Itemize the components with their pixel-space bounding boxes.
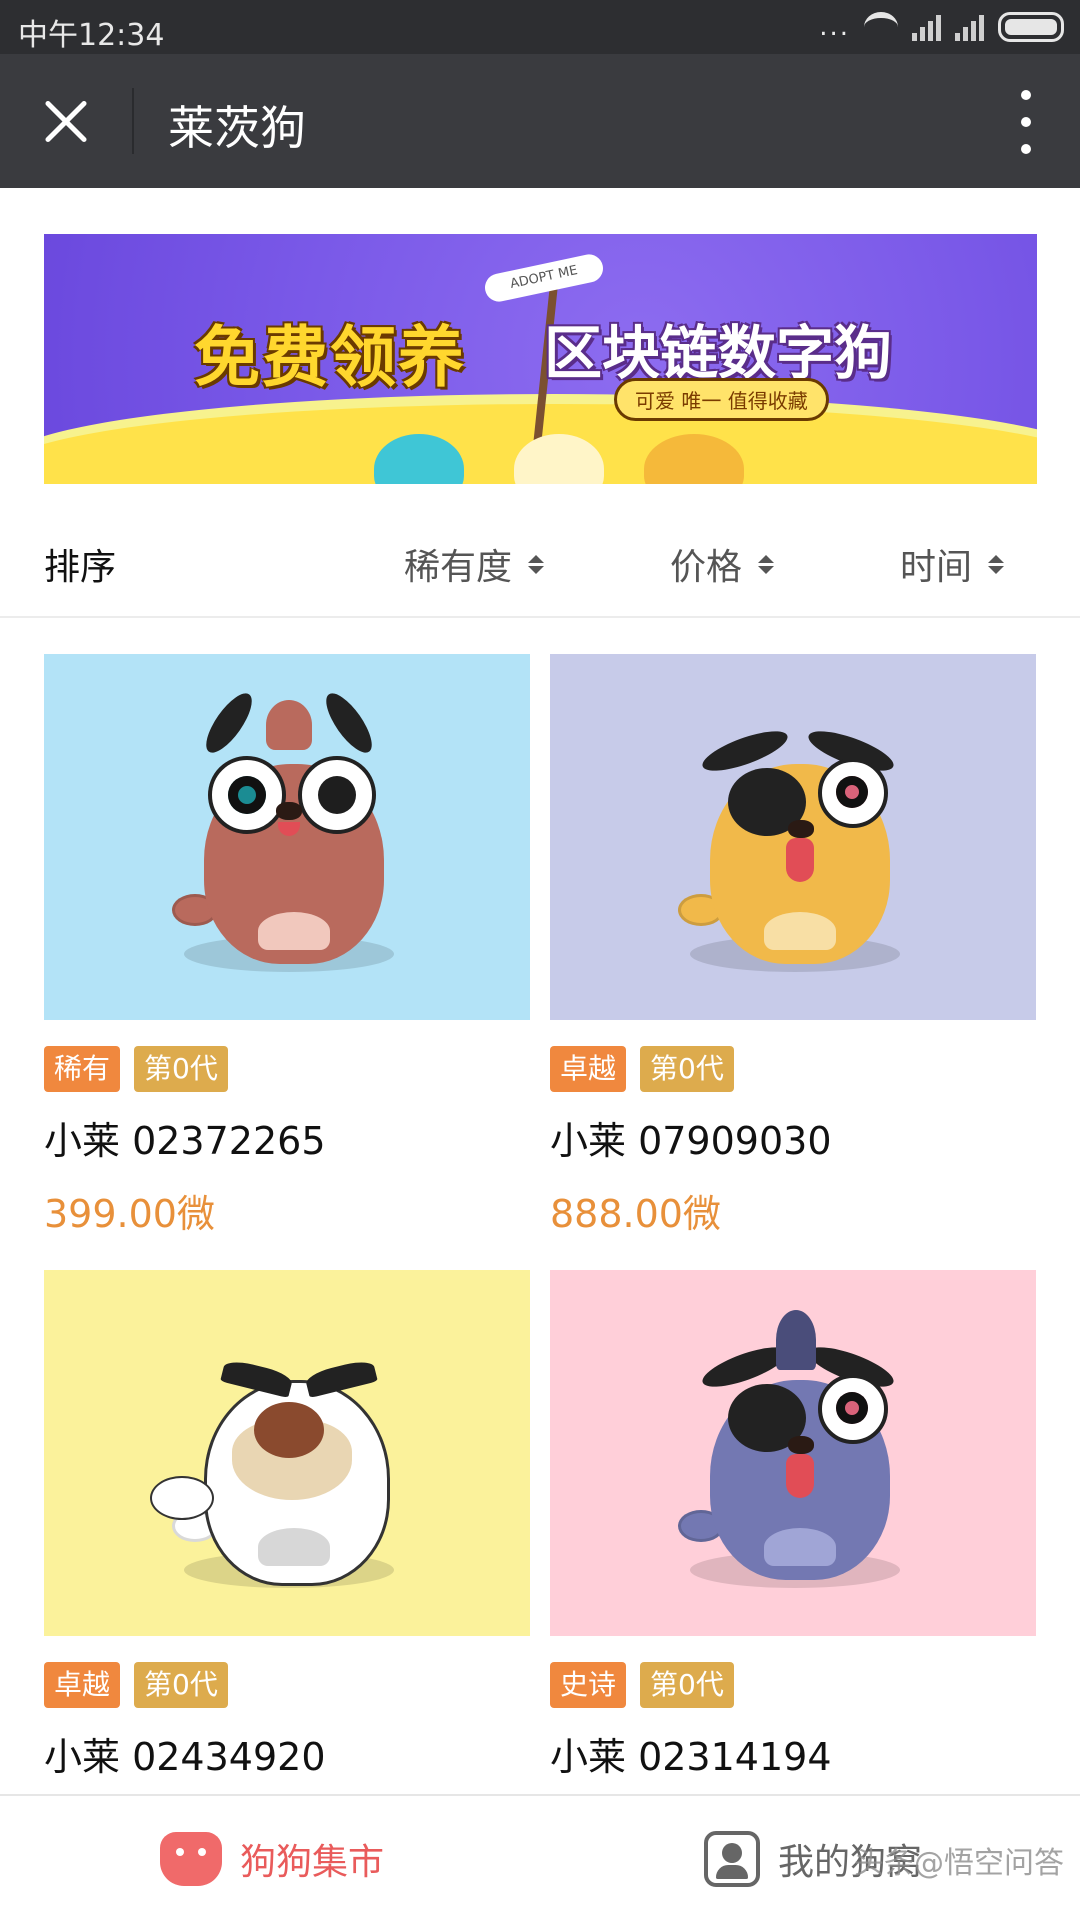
dog-ear-left: [198, 686, 260, 760]
sort-time-label: 时间: [900, 547, 973, 588]
title-bar: 莱茨狗: [0, 54, 1080, 188]
dog-name: 小莱 07909030: [550, 1119, 832, 1163]
dog-tags: 卓越 第0代: [550, 1046, 1036, 1092]
sort-bar: 排序 稀有度 价格 时间: [0, 500, 1080, 618]
dog-pupil: [836, 1392, 868, 1424]
dog-belly: [258, 1528, 330, 1566]
generation-badge: 第0代: [134, 1046, 228, 1092]
watermark: 头条@悟空问答: [854, 1846, 1064, 1881]
dog-name: 小莱 02434920: [44, 1735, 326, 1779]
title-divider: [132, 88, 134, 154]
banner-headline: 免费领养: [194, 319, 466, 396]
dog-tuft: [776, 1310, 816, 1370]
promo-banner[interactable]: ADOPT ME 免费领养 区块链数字狗 可爱 唯一 值得收藏: [44, 234, 1037, 484]
dog-ear-right: [318, 686, 380, 760]
dog-image: [44, 654, 530, 1020]
dog-tags: 卓越 第0代: [44, 1662, 530, 1708]
more-status-icon: ...: [819, 12, 850, 42]
dog-nose: [788, 820, 814, 838]
dog-belly: [764, 1528, 836, 1566]
dog-tongue: [786, 838, 814, 882]
sort-arrows-icon: [758, 554, 775, 574]
status-icons: ...: [819, 10, 1064, 44]
dog-name: 小莱 02314194: [550, 1735, 832, 1779]
close-icon[interactable]: [34, 90, 98, 154]
battery-icon: [998, 12, 1064, 42]
sort-label: 排序: [44, 547, 117, 588]
adopt-sign: ADOPT ME: [482, 251, 606, 305]
rarity-badge: 卓越: [44, 1662, 121, 1708]
dog-image: [550, 654, 1036, 1020]
status-time: 中午12:34: [18, 18, 165, 53]
rarity-badge: 稀有: [44, 1046, 121, 1092]
dog-eye-left: [208, 756, 286, 834]
sort-rarity[interactable]: 稀有度: [404, 538, 545, 590]
dog-big-nose: [254, 1402, 324, 1458]
sort-price-label: 价格: [670, 547, 743, 588]
generation-badge: 第0代: [640, 1046, 734, 1092]
sort-time[interactable]: 时间: [900, 538, 1005, 590]
status-bar: 中午12:34 ...: [0, 0, 1080, 54]
dog-tail-fluff: [150, 1476, 214, 1520]
banner-tagline: 可爱 唯一 值得收藏: [614, 378, 829, 421]
sort-price[interactable]: 价格: [670, 538, 775, 590]
dog-tuft: [266, 700, 312, 750]
dog-belly: [258, 912, 330, 950]
dog-card[interactable]: 卓越 第0代 小莱 02434920: [44, 1270, 530, 1781]
nav-dog-market[interactable]: 狗狗集市: [160, 1796, 384, 1922]
dog-card[interactable]: 史诗 第0代 小莱 02314194: [550, 1270, 1036, 1781]
generation-badge: 第0代: [640, 1662, 734, 1708]
dog-eye-right: [298, 756, 376, 834]
dog-face-icon: [160, 1832, 222, 1886]
more-menu-icon[interactable]: [1014, 90, 1038, 154]
dog-tags: 稀有 第0代: [44, 1046, 530, 1092]
dog-card[interactable]: 稀有 第0代 小莱 02372265 399.00微: [44, 654, 530, 1238]
rarity-badge: 卓越: [550, 1046, 627, 1092]
sort-rarity-label: 稀有度: [404, 547, 513, 588]
rarity-badge: 史诗: [550, 1662, 627, 1708]
dog-nose: [276, 802, 302, 820]
dog-price: 888.00微: [550, 1192, 721, 1236]
nav-market-label: 狗狗集市: [240, 1842, 385, 1883]
dog-card[interactable]: 卓越 第0代 小莱 07909030 888.00微: [550, 654, 1036, 1238]
dog-pupil: [228, 776, 266, 814]
dog-pupil: [318, 776, 356, 814]
dog-eye: [818, 758, 888, 828]
dog-name: 小莱 02372265: [44, 1119, 326, 1163]
dog-belly: [764, 912, 836, 950]
dog-image: [44, 1270, 530, 1636]
dog-price: 399.00微: [44, 1192, 215, 1236]
dog-pupil: [836, 776, 868, 808]
wifi-icon: [864, 12, 898, 42]
page-title: 莱茨狗: [168, 101, 306, 155]
dog-eye: [818, 1374, 888, 1444]
sort-arrows-icon: [528, 554, 545, 574]
signal-icon-1: [912, 13, 941, 41]
user-icon: [704, 1831, 760, 1887]
dog-nose: [788, 1436, 814, 1454]
dog-tongue: [786, 1454, 814, 1498]
dog-tags: 史诗 第0代: [550, 1662, 1036, 1708]
signal-icon-2: [955, 13, 984, 41]
dog-image: [550, 1270, 1036, 1636]
sort-arrows-icon: [988, 554, 1005, 574]
generation-badge: 第0代: [134, 1662, 228, 1708]
